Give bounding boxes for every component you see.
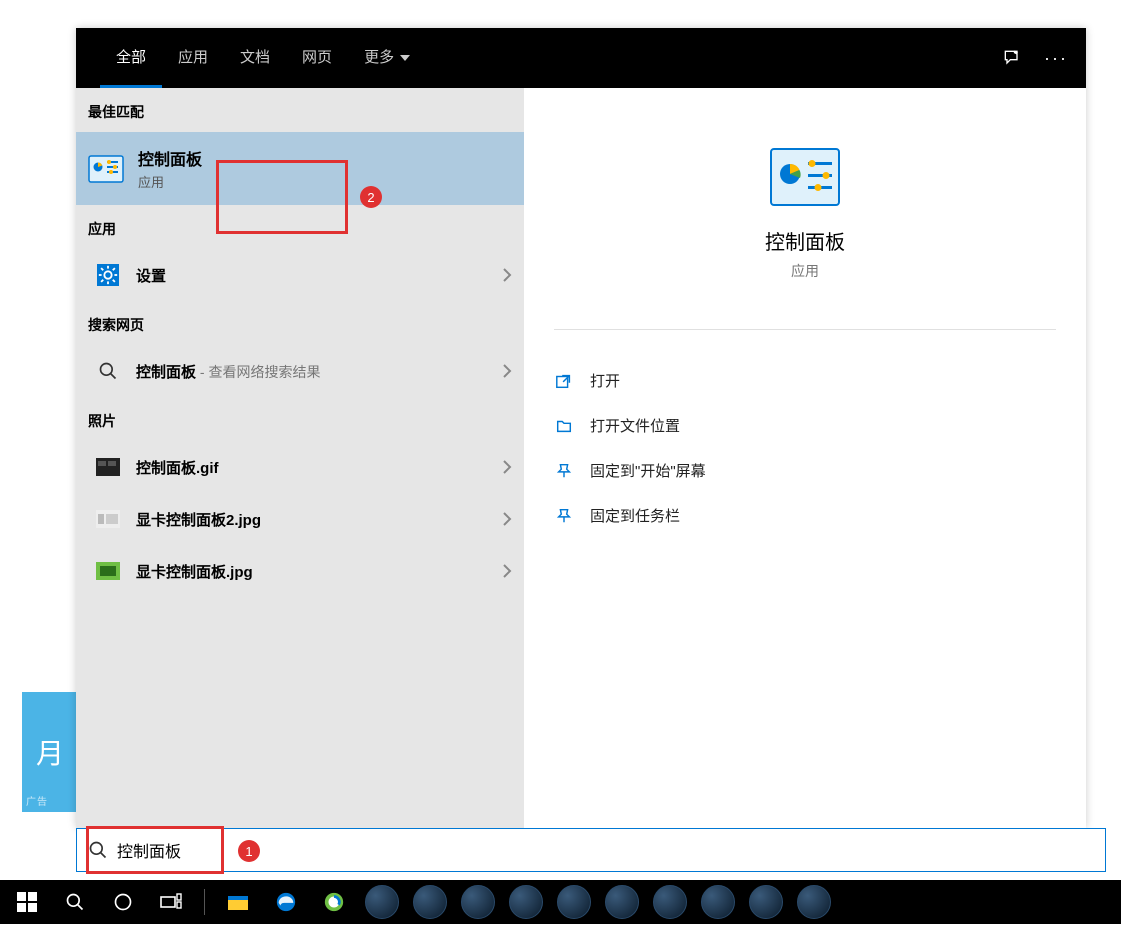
pin-icon bbox=[554, 462, 574, 480]
tab-web[interactable]: 网页 bbox=[286, 28, 348, 88]
search-panel: 全部 应用 文档 网页 更多 ··· 最佳匹配 控制面板 bbox=[76, 28, 1086, 828]
taskbar-app-icon[interactable] bbox=[553, 883, 595, 921]
control-panel-large-icon bbox=[770, 148, 840, 206]
best-match-subtitle: 应用 bbox=[138, 172, 202, 191]
start-button[interactable] bbox=[6, 883, 48, 921]
taskbar-app-icon[interactable] bbox=[457, 883, 499, 921]
result-photo-2[interactable]: 显卡控制面板2.jpg bbox=[76, 493, 524, 545]
section-best-match: 最佳匹配 bbox=[76, 88, 524, 132]
taskbar-file-explorer-icon[interactable] bbox=[217, 883, 259, 921]
search-icon bbox=[87, 839, 109, 861]
search-icon bbox=[94, 357, 122, 385]
search-input[interactable] bbox=[117, 829, 1095, 871]
taskbar-app-icon[interactable] bbox=[649, 883, 691, 921]
section-search-web: 搜索网页 bbox=[76, 301, 524, 345]
tab-docs[interactable]: 文档 bbox=[224, 28, 286, 88]
action-open-file-location[interactable]: 打开文件位置 bbox=[544, 403, 1066, 448]
taskbar-app-icon[interactable] bbox=[361, 883, 403, 921]
image-thumb-icon bbox=[94, 505, 122, 533]
result-photo-1[interactable]: 控制面板.gif bbox=[76, 441, 524, 493]
chevron-right-icon bbox=[502, 460, 512, 474]
taskbar bbox=[0, 880, 1121, 924]
chevron-right-icon bbox=[502, 564, 512, 578]
taskbar-separator bbox=[204, 889, 205, 915]
best-match-title: 控制面板 bbox=[138, 146, 202, 170]
search-bar[interactable] bbox=[76, 828, 1106, 872]
taskbar-browser-icon[interactable] bbox=[313, 883, 355, 921]
taskbar-search-icon[interactable] bbox=[54, 883, 96, 921]
folder-icon bbox=[554, 417, 574, 435]
chevron-right-icon bbox=[502, 364, 512, 378]
chevron-right-icon bbox=[502, 512, 512, 526]
taskbar-app-icon[interactable] bbox=[793, 883, 835, 921]
cortana-icon[interactable] bbox=[102, 883, 144, 921]
feedback-icon[interactable] bbox=[1002, 48, 1022, 68]
action-pin-taskbar[interactable]: 固定到任务栏 bbox=[544, 493, 1066, 538]
taskbar-app-icon[interactable] bbox=[505, 883, 547, 921]
pin-icon bbox=[554, 507, 574, 525]
chevron-right-icon bbox=[502, 268, 512, 282]
best-match-item[interactable]: 控制面板 应用 bbox=[76, 132, 524, 205]
section-apps: 应用 bbox=[76, 205, 524, 249]
taskbar-app-icon[interactable] bbox=[409, 883, 451, 921]
image-thumb-icon bbox=[94, 557, 122, 585]
detail-subtitle: 应用 bbox=[791, 261, 819, 281]
taskbar-edge-icon[interactable] bbox=[265, 883, 307, 921]
tab-all[interactable]: 全部 bbox=[100, 28, 162, 88]
more-menu-icon[interactable]: ··· bbox=[1044, 48, 1068, 69]
results-list: 最佳匹配 控制面板 应用 应用 设置 bbox=[76, 88, 524, 828]
separator bbox=[554, 329, 1056, 330]
result-web-search[interactable]: 控制面板 - 查看网络搜索结果 bbox=[76, 345, 524, 397]
action-open[interactable]: 打开 bbox=[544, 358, 1066, 403]
tab-more[interactable]: 更多 bbox=[348, 28, 426, 88]
open-icon bbox=[554, 372, 574, 390]
detail-title: 控制面板 bbox=[765, 226, 845, 255]
taskbar-app-icon[interactable] bbox=[601, 883, 643, 921]
result-settings[interactable]: 设置 bbox=[76, 249, 524, 301]
detail-pane: 控制面板 应用 打开 打开文件位置 bbox=[524, 88, 1086, 828]
result-photo-3[interactable]: 显卡控制面板.jpg bbox=[76, 545, 524, 597]
section-photos: 照片 bbox=[76, 397, 524, 441]
image-thumb-icon bbox=[94, 453, 122, 481]
control-panel-icon bbox=[88, 155, 124, 183]
tab-apps[interactable]: 应用 bbox=[162, 28, 224, 88]
gear-icon bbox=[94, 261, 122, 289]
taskbar-app-icon[interactable] bbox=[745, 883, 787, 921]
search-tabs: 全部 应用 文档 网页 更多 ··· bbox=[76, 28, 1086, 88]
action-pin-start[interactable]: 固定到"开始"屏幕 bbox=[544, 448, 1066, 493]
ad-placeholder: 月 bbox=[22, 692, 78, 812]
taskbar-app-icon[interactable] bbox=[697, 883, 739, 921]
task-view-icon[interactable] bbox=[150, 883, 192, 921]
